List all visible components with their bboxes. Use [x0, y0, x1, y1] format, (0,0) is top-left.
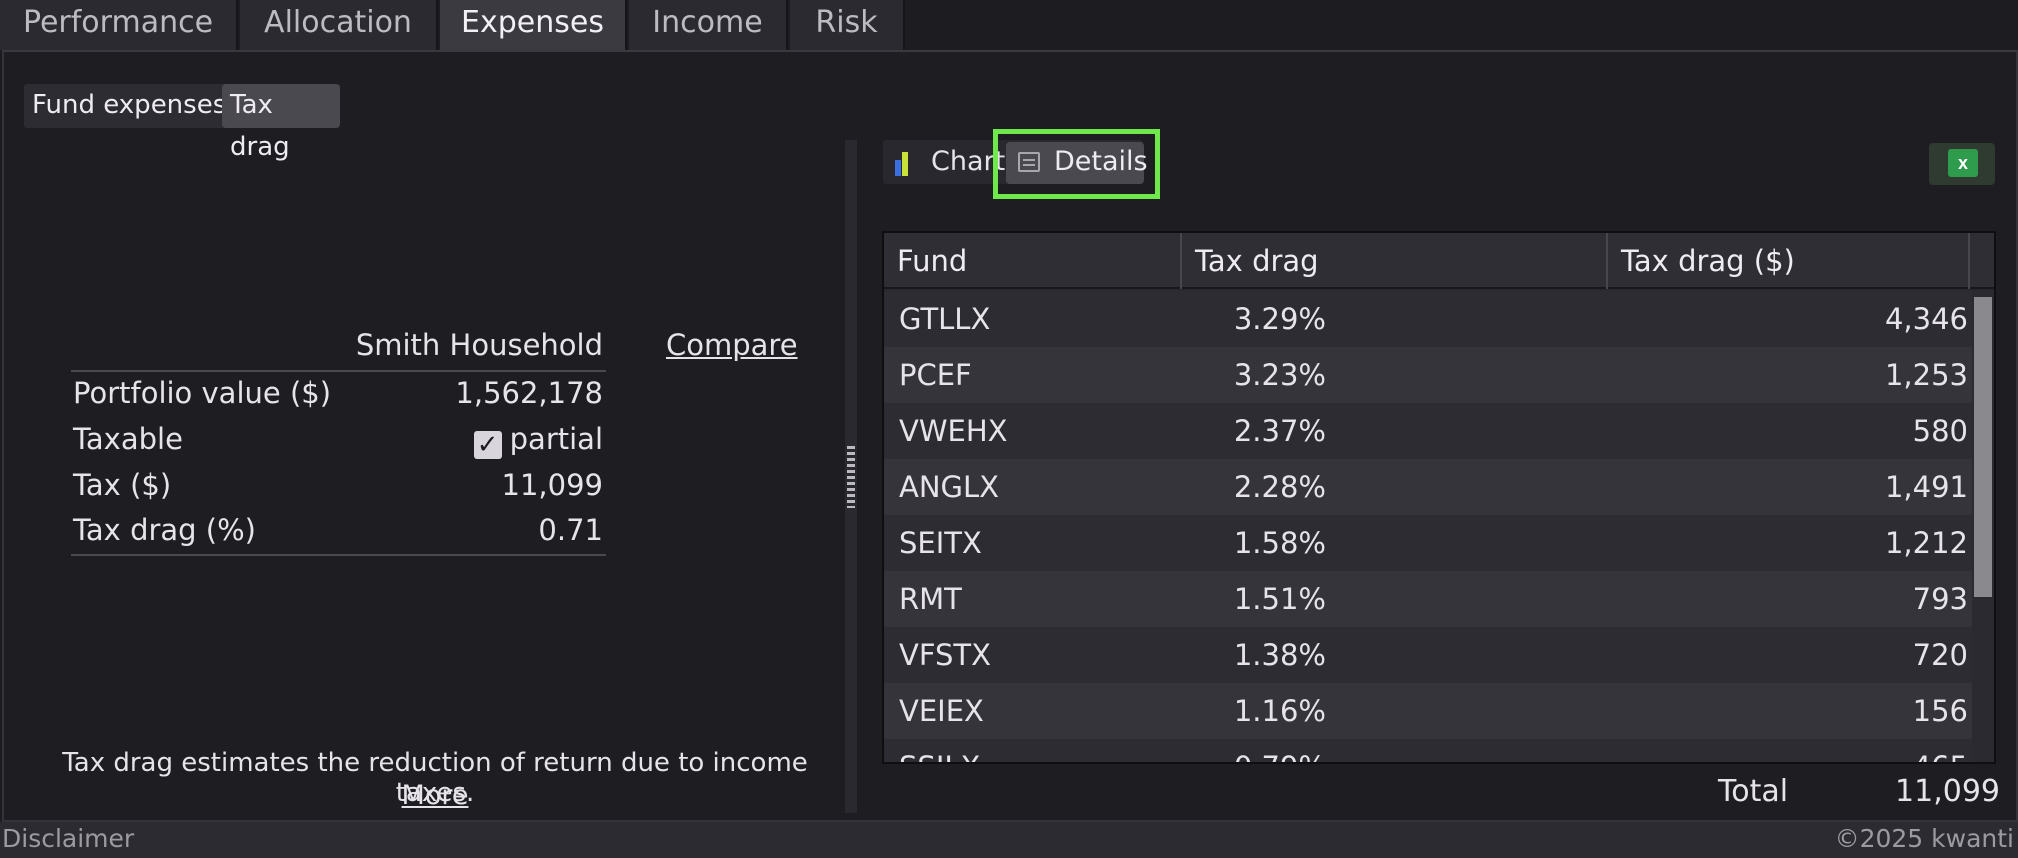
- excel-export-icon: x: [1948, 149, 1978, 177]
- cell-tax-drag-dollars: 580: [1912, 414, 1968, 448]
- cell-tax-drag: 1.38%: [1233, 638, 1326, 672]
- cell-tax-drag: 1.51%: [1233, 582, 1326, 616]
- cell-tax-drag-dollars: 793: [1912, 582, 1968, 616]
- summary-bottom-divider: [71, 554, 606, 556]
- cell-fund: VFSTX: [899, 638, 991, 672]
- cell-tax-drag: 1.16%: [1233, 694, 1326, 728]
- table-row[interactable]: RMT 1.51% 793: [884, 571, 1974, 627]
- summary-value-taxable: ✓ partial: [350, 422, 603, 459]
- cell-tax-drag: 2.37%: [1233, 414, 1326, 448]
- column-header-tax-drag-dollars[interactable]: Tax drag ($): [1608, 233, 1970, 289]
- table-row[interactable]: VFSTX 1.38% 720: [884, 627, 1974, 683]
- cell-tax-drag-dollars: 156: [1912, 694, 1968, 728]
- cell-fund: GTLLX: [899, 302, 991, 336]
- cell-tax-drag-dollars: 4,346: [1884, 302, 1968, 336]
- cell-fund: ANGLX: [899, 470, 1000, 504]
- cell-tax-drag: 3.23%: [1233, 358, 1326, 392]
- summary-label-tax-drag: Tax drag (%): [73, 513, 256, 547]
- cell-tax-drag-dollars: 1,212: [1884, 526, 1968, 560]
- cell-tax-drag: 2.28%: [1233, 470, 1326, 504]
- cell-tax-drag: 3.29%: [1233, 302, 1326, 336]
- tab-expenses[interactable]: Expenses: [440, 0, 627, 50]
- table-row[interactable]: SEITX 1.58% 1,212: [884, 515, 1974, 571]
- cell-tax-drag-dollars: 1,491: [1884, 470, 1968, 504]
- summary-value-portfolio-value: 1,562,178: [455, 376, 603, 410]
- details-view-button[interactable]: Details: [1006, 142, 1148, 184]
- disclaimer-link[interactable]: Disclaimer: [2, 822, 134, 856]
- summary-value-tax-drag: 0.71: [538, 513, 603, 547]
- subtab-tax-drag[interactable]: Tax drag: [222, 84, 340, 162]
- table-icon: [1018, 152, 1040, 172]
- subtab-fund-expenses[interactable]: Fund expenses: [24, 84, 234, 128]
- taxable-value-text: partial: [509, 422, 603, 456]
- more-link[interactable]: More: [0, 780, 870, 811]
- tab-risk[interactable]: Risk: [790, 0, 905, 50]
- table-row[interactable]: VWEHX 2.37% 580: [884, 403, 1974, 459]
- copyright-text: ©2025 kwanti: [1834, 824, 2014, 853]
- excel-export-button[interactable]: x: [1929, 143, 1995, 185]
- splitter-grip-icon[interactable]: [847, 446, 855, 508]
- summary-label-tax: Tax ($): [73, 468, 172, 502]
- total-label: Total: [1718, 774, 1789, 809]
- total-value: 11,099: [1895, 774, 2000, 809]
- summary-label-taxable: Taxable: [73, 422, 183, 456]
- summary-divider: [71, 370, 606, 372]
- column-header-tax-drag[interactable]: Tax drag: [1182, 233, 1608, 289]
- compare-link[interactable]: Compare: [666, 328, 798, 362]
- table-row[interactable]: ANGLX 2.28% 1,491: [884, 459, 1974, 515]
- checkmark-icon: ✓: [473, 431, 502, 459]
- grid-header: Fund Tax drag Tax drag ($): [884, 233, 1994, 289]
- cell-fund: SSILX: [899, 739, 980, 762]
- table-row[interactable]: PCEF 3.23% 1,253: [884, 347, 1974, 403]
- cell-fund: PCEF: [899, 358, 972, 392]
- bar-chart-icon: [895, 152, 908, 176]
- subtab-group: Fund expenses Tax drag: [24, 84, 340, 162]
- cell-tax-drag-dollars: 465: [1684, 739, 1968, 762]
- cell-fund: VEIEX: [899, 694, 984, 728]
- main-tab-bar: Performance Allocation Expenses Income R…: [0, 0, 2018, 50]
- table-row[interactable]: VEIEX 1.16% 156: [884, 683, 1974, 739]
- chart-view-label: Chart: [931, 146, 1006, 177]
- cell-tax-drag: 1.58%: [1233, 526, 1326, 560]
- cell-fund: RMT: [899, 582, 962, 616]
- tab-allocation[interactable]: Allocation: [240, 0, 438, 50]
- summary-value-tax: 11,099: [501, 468, 603, 502]
- table-row[interactable]: GTLLX 3.29% 4,346: [884, 291, 1974, 347]
- tab-income[interactable]: Income: [629, 0, 788, 50]
- tax-drag-grid: Fund Tax drag Tax drag ($) GTLLX 3.29% 4…: [882, 231, 1996, 764]
- column-header-fund[interactable]: Fund: [884, 233, 1182, 289]
- cell-fund: VWEHX: [899, 414, 1008, 448]
- cell-tax-drag: 0.79%: [1180, 739, 1326, 762]
- table-row[interactable]: SSILX 0.79% 465: [884, 739, 1974, 762]
- details-view-label: Details: [1054, 146, 1148, 177]
- footer: Disclaimer ©2025 kwanti: [0, 822, 2018, 858]
- cell-tax-drag-dollars: 1,253: [1884, 358, 1968, 392]
- summary-label-portfolio-value: Portfolio value ($): [73, 376, 332, 410]
- cell-fund: SEITX: [899, 526, 982, 560]
- summary-column-header: Smith Household: [355, 328, 603, 362]
- tab-performance[interactable]: Performance: [0, 0, 238, 50]
- cell-tax-drag-dollars: 720: [1912, 638, 1968, 672]
- grid-scrollbar-thumb[interactable]: [1974, 297, 1992, 597]
